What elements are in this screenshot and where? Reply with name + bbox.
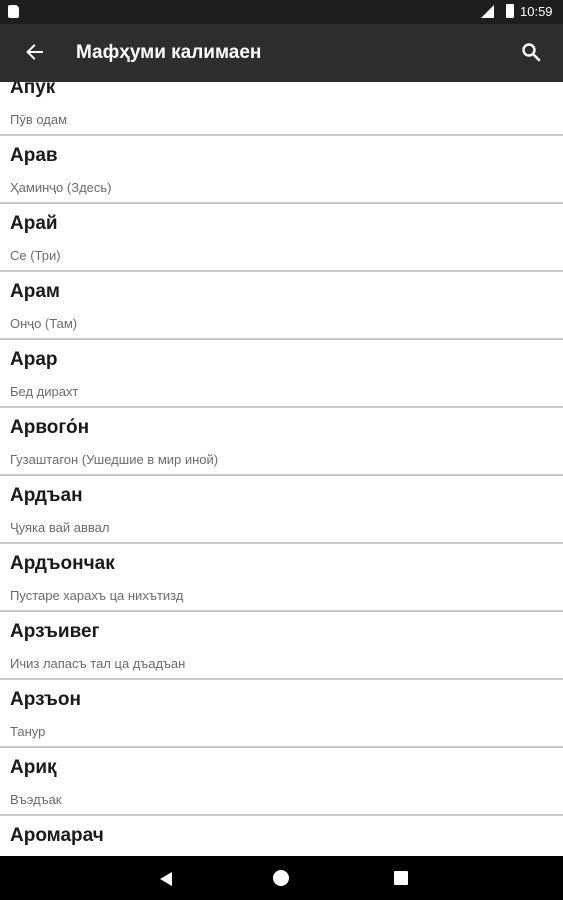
search-button[interactable] [516,37,546,67]
entry-word: Ардъан [10,485,83,506]
entry-word: Арар [10,349,58,370]
entry-meaning: Пустаре харахъ ца нихътизд [10,588,184,603]
entry-word: Ариқ [10,757,57,778]
battery-icon [506,4,514,18]
status-time: 10:59 [520,4,553,19]
entry-meaning: Ҳаминҷо (Здесь) [10,180,112,195]
entry-word: Арзъон [10,689,81,710]
entry-word: Арвого́н [10,417,90,438]
nav-back-button[interactable] [151,869,181,889]
navigation-bar [0,856,563,900]
list-item[interactable]: Апук Пӯв одам [0,82,563,136]
list-item[interactable]: Арар Бед дирахт [0,340,563,408]
arrow-left-icon [26,44,43,60]
status-bar: 10:59 [0,0,563,24]
list-item[interactable]: Арай Се (Три) [0,204,563,272]
nav-recents-button[interactable] [394,871,408,885]
list-item[interactable]: Аромарач [0,816,563,856]
word-list[interactable]: Апук Пӯв одам Арав Ҳаминҷо (Здесь) Арай Се (Т… [0,82,563,856]
entry-word: Арав [10,145,58,166]
triangle-back-icon [160,872,172,886]
search-icon [522,43,541,62]
list-item[interactable]: Ариқ Въэдъак [0,748,563,816]
entry-word: Арзъивег [10,621,100,642]
entry-word: Апук [10,82,56,98]
entry-meaning: Онҷо (Там) [10,316,78,331]
app-toolbar: Мафҳуми калимаен [0,24,563,82]
entry-meaning: Бед дирахт [10,384,79,399]
signal-icon [481,5,494,18]
entry-word: Арам [10,281,60,302]
list-item[interactable]: Ардъончак Пустаре харахъ ца нихътизд [0,544,563,612]
entry-word: Арай [10,213,58,234]
list-item[interactable]: Ардъан Ҷуяка вай аввал [0,476,563,544]
entry-meaning: Пӯв одам [10,112,68,127]
entry-word: Ардъончак [10,553,115,574]
entry-meaning: Въэдъак [10,792,62,807]
entry-word: Аромарач [10,825,104,846]
list-item[interactable]: Арав Ҳаминҷо (Здесь) [0,136,563,204]
list-item[interactable]: Арвого́н Гузаштагон (Ушедшие в мир иной) [0,408,563,476]
nav-home-button[interactable] [273,870,289,886]
entry-meaning: Танур [10,724,46,739]
page-title: Мафҳуми калимаен [76,42,262,63]
entry-meaning: Се (Три) [10,248,61,263]
entry-meaning: Гузаштагон (Ушедшие в мир иной) [10,452,219,467]
list-item[interactable]: Арзъон Танур [0,680,563,748]
back-button[interactable] [20,37,50,67]
entry-meaning: Ичиз лапасъ тал ца дъадъан [10,656,186,671]
sim-card-icon [8,5,19,18]
list-item[interactable]: Арам Онҷо (Там) [0,272,563,340]
entry-meaning: Ҷуяка вай аввал [10,520,110,535]
list-item[interactable]: Арзъивег Ичиз лапасъ тал ца дъадъан [0,612,563,680]
